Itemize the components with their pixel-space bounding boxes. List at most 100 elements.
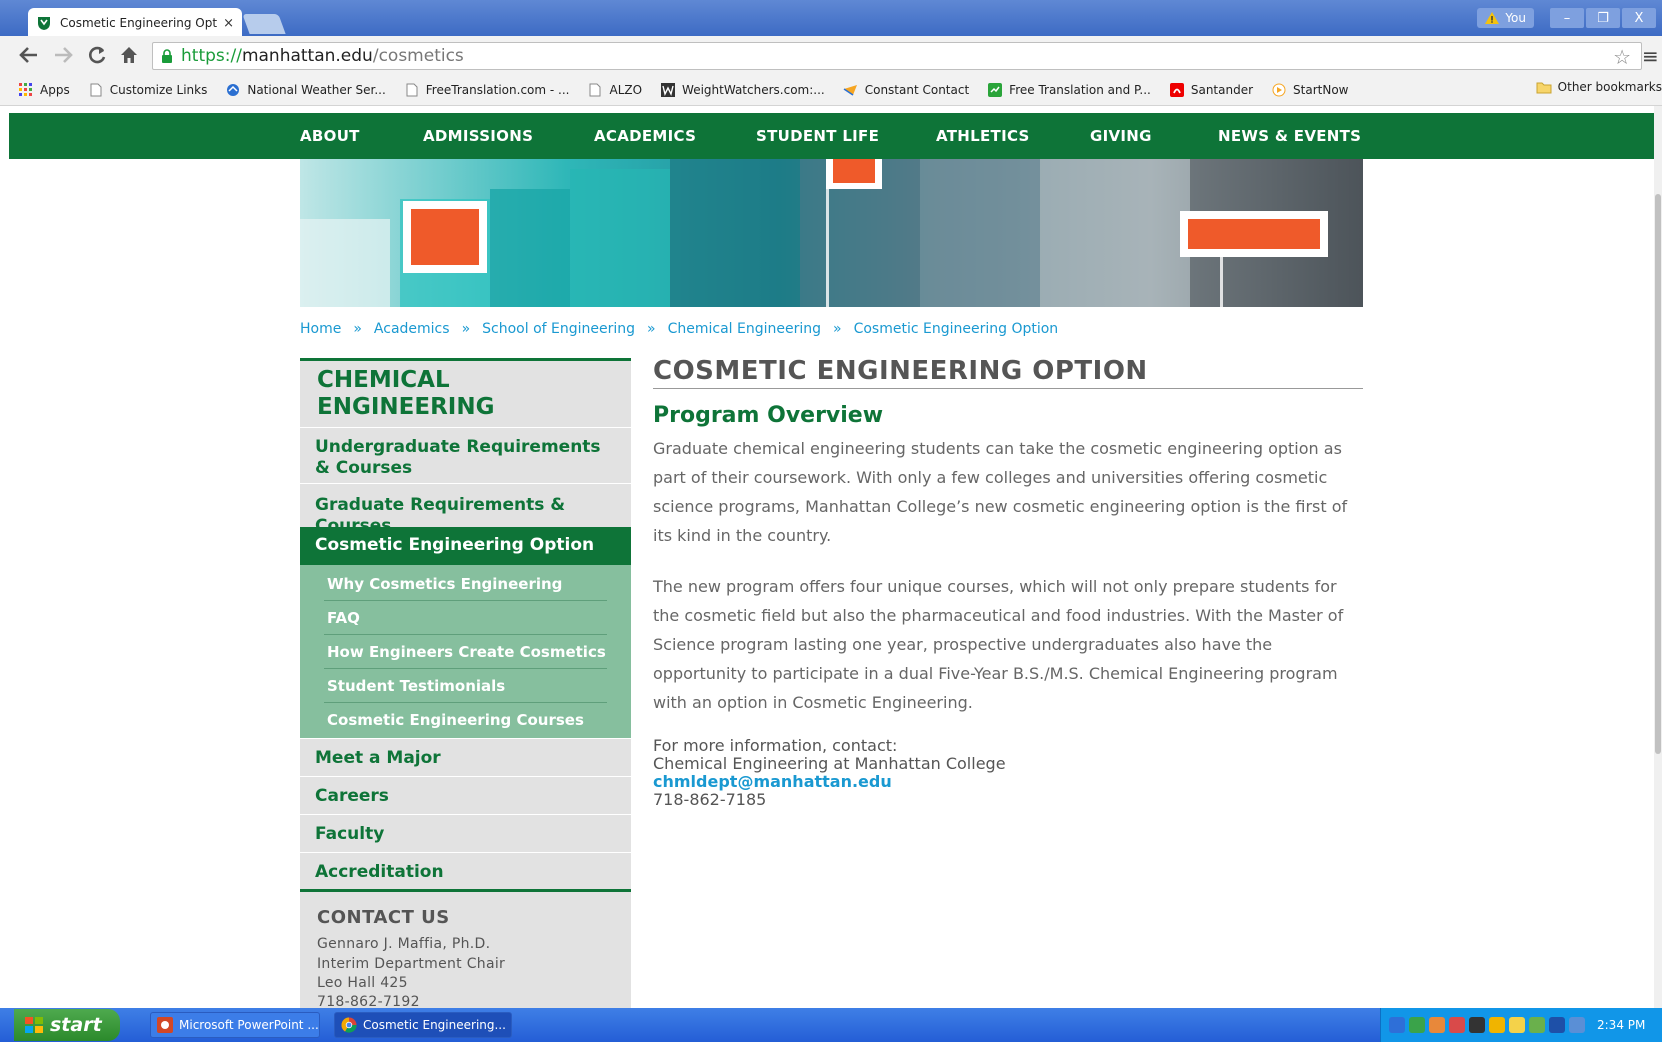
sidebar-item-meet-a-major[interactable]: Meet a Major <box>300 738 631 776</box>
sidebar-item-careers[interactable]: Careers <box>300 776 631 814</box>
submenu-why-cosmetics-engineering[interactable]: Why Cosmetics Engineering <box>324 567 607 601</box>
bookmark-free-translation[interactable]: Free Translation and P... <box>987 82 1151 98</box>
profile-name: You <box>1505 11 1526 25</box>
submenu-label: Cosmetic Engineering Courses <box>327 711 584 729</box>
other-bookmarks[interactable]: Other bookmarks <box>1536 80 1662 94</box>
tray-volume-icon[interactable] <box>1569 1017 1585 1033</box>
tab-close-icon[interactable]: × <box>223 16 234 31</box>
bookmark-customize-links[interactable]: Customize Links <box>88 82 208 98</box>
contact-intro: For more information, contact: <box>653 736 898 755</box>
sidebar-item-label: Accreditation <box>315 862 444 882</box>
profile-button[interactable]: You <box>1477 8 1534 28</box>
page-icon <box>404 82 420 98</box>
tab-title: Cosmetic Engineering Option <box>60 16 218 30</box>
tray-chrome-icon[interactable] <box>1529 1017 1545 1033</box>
sidebar-item-label: Careers <box>315 786 389 806</box>
nav-admissions[interactable]: ADMISSIONS <box>423 127 533 145</box>
sidebar: CHEMICAL ENGINEERING Undergraduate Requi… <box>300 358 631 1010</box>
start-label: start <box>50 1014 102 1036</box>
bookmark-label: National Weather Ser... <box>247 82 386 97</box>
bookmark-startnow[interactable]: StartNow <box>1271 82 1349 98</box>
address-bar[interactable]: https:// manhattan.edu /cosmetics ☆ <box>152 42 1642 70</box>
page-scrollbar[interactable] <box>1654 106 1662 1008</box>
bookmark-constant-contact[interactable]: Constant Contact <box>843 82 969 98</box>
bookmark-label: StartNow <box>1293 82 1349 97</box>
other-bookmarks-label: Other bookmarks <box>1557 80 1662 94</box>
tray-aol-icon[interactable] <box>1549 1017 1565 1033</box>
forward-arrow-icon[interactable] <box>50 44 76 66</box>
nav-athletics[interactable]: ATHLETICS <box>936 127 1030 145</box>
tray-display-icon[interactable] <box>1469 1017 1485 1033</box>
submenu-student-testimonials[interactable]: Student Testimonials <box>324 669 607 703</box>
bookmark-santander[interactable]: Santander <box>1169 82 1253 98</box>
bookmark-star-icon[interactable]: ☆ <box>1613 45 1631 69</box>
back-arrow-icon[interactable] <box>16 44 42 66</box>
bookmark-alzo[interactable]: ALZO <box>587 82 642 98</box>
submenu-faq[interactable]: FAQ <box>324 601 607 635</box>
page-icon <box>88 82 104 98</box>
submenu-cosmetic-engineering-courses[interactable]: Cosmetic Engineering Courses <box>324 703 607 737</box>
nav-academics[interactable]: ACADEMICS <box>594 127 696 145</box>
browser-tab[interactable]: Cosmetic Engineering Option × <box>28 8 242 38</box>
home-icon[interactable] <box>116 44 142 66</box>
breadcrumb-separator: » <box>353 321 362 337</box>
manhattan-college-favicon-icon <box>36 15 52 31</box>
minimize-button[interactable]: – <box>1550 8 1584 28</box>
page-title: COSMETIC ENGINEERING OPTION <box>653 356 1363 389</box>
nav-about[interactable]: ABOUT <box>300 127 360 145</box>
contact-us-heading: CONTACT US <box>317 907 450 928</box>
scrollbar-thumb[interactable] <box>1655 194 1661 754</box>
sidebar-item-cosmetic-engineering-option[interactable]: Cosmetic Engineering Option <box>300 527 631 565</box>
bookmark-national-weather[interactable]: National Weather Ser... <box>225 82 386 98</box>
submenu-label: FAQ <box>327 609 360 627</box>
tray-back-icon[interactable] <box>1389 1017 1405 1033</box>
submenu-how-engineers-create-cosmetics[interactable]: How Engineers Create Cosmetics <box>324 635 607 669</box>
taskbar-chrome[interactable]: Cosmetic Engineering... <box>334 1012 512 1038</box>
bookmark-apps[interactable]: Apps <box>18 82 70 98</box>
url-host: manhattan.edu <box>241 46 373 66</box>
reload-icon[interactable] <box>84 44 110 66</box>
breadcrumb-home[interactable]: Home <box>300 321 341 337</box>
tray-network-icon[interactable] <box>1409 1017 1425 1033</box>
restore-button[interactable]: ❐ <box>1586 8 1620 28</box>
task-label: Cosmetic Engineering... <box>363 1018 506 1032</box>
folder-icon <box>1536 81 1552 94</box>
sidebar-item-label: Faculty <box>315 824 385 844</box>
tray-security-icon[interactable] <box>1449 1017 1465 1033</box>
sidebar-title[interactable]: CHEMICAL ENGINEERING <box>317 367 617 421</box>
sidebar-item-accreditation[interactable]: Accreditation <box>300 852 631 890</box>
nav-student-life[interactable]: STUDENT LIFE <box>756 127 879 145</box>
breadcrumb-cosmetic-engineering-option[interactable]: Cosmetic Engineering Option <box>854 321 1059 337</box>
breadcrumb-separator: » <box>647 321 656 337</box>
breadcrumb-chemical-engineering[interactable]: Chemical Engineering <box>668 321 821 337</box>
breadcrumb-academics[interactable]: Academics <box>374 321 450 337</box>
bookmark-label: Customize Links <box>109 82 208 97</box>
start-button[interactable]: start <box>14 1009 120 1041</box>
sidebar-item-graduate[interactable]: Graduate Requirements & Courses <box>300 483 631 536</box>
sidebar-item-label: Undergraduate Requirements & Courses <box>315 437 601 478</box>
system-tray: 2:34 PM <box>1380 1008 1662 1042</box>
bookmark-label: FreeTranslation.com - ... <box>425 82 570 97</box>
tray-update-icon[interactable] <box>1429 1017 1445 1033</box>
tray-shield-icon[interactable] <box>1489 1017 1505 1033</box>
sidebar-item-faculty[interactable]: Faculty <box>300 814 631 852</box>
taskbar-powerpoint[interactable]: Microsoft PowerPoint ... <box>150 1012 320 1038</box>
breadcrumb-school-of-engineering[interactable]: School of Engineering <box>482 321 635 337</box>
submenu-label: Student Testimonials <box>327 677 506 695</box>
lock-icon <box>162 49 172 63</box>
breadcrumb: Home » Academics » School of Engineering… <box>300 321 1058 337</box>
sidebar-item-undergraduate[interactable]: Undergraduate Requirements & Courses <box>300 427 631 483</box>
translation-icon <box>987 82 1003 98</box>
bookmark-label: Free Translation and P... <box>1009 82 1151 97</box>
nav-news-events[interactable]: NEWS & EVENTS <box>1218 127 1361 145</box>
bookmark-weightwatchers[interactable]: WeightWatchers.com:... <box>660 82 825 98</box>
contact-email-link[interactable]: chmldept@manhattan.edu <box>653 773 1363 791</box>
bookmark-freetranslation[interactable]: FreeTranslation.com - ... <box>404 82 570 98</box>
chrome-menu-icon[interactable]: ≡ <box>1642 44 1662 68</box>
tray-messenger-icon[interactable] <box>1509 1017 1525 1033</box>
taskbar: start Microsoft PowerPoint ... Cosmetic … <box>0 1008 1662 1042</box>
bookmark-label: Santander <box>1190 82 1254 97</box>
nav-giving[interactable]: GIVING <box>1090 127 1152 145</box>
new-tab-button[interactable] <box>242 14 286 34</box>
close-window-button[interactable]: X <box>1622 8 1656 28</box>
